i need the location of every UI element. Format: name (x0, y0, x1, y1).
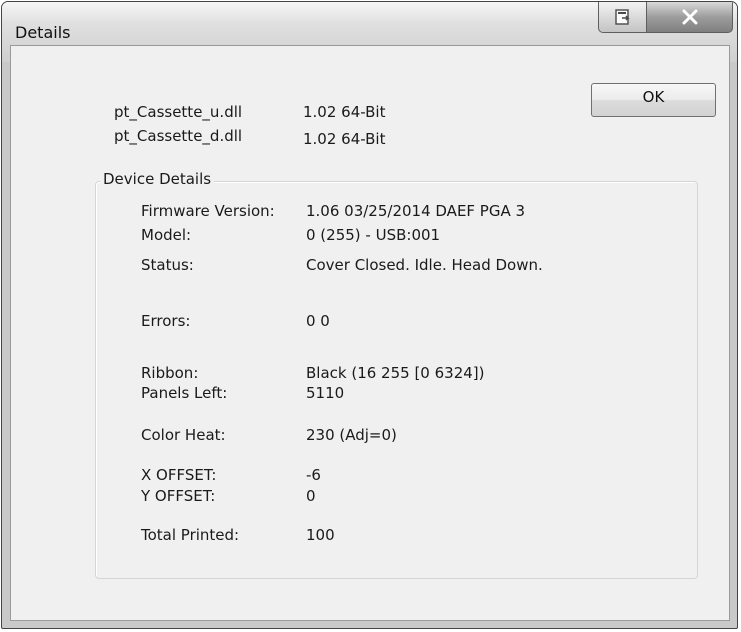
details-window: Details OK pt_Cassette_u.dll 1.02 64-Bit… (1, 1, 738, 629)
detail-label: Color Heat: (141, 426, 226, 444)
detail-value: 0 0 (306, 312, 330, 330)
detail-value: 0 (306, 487, 316, 505)
device-details-group: Device Details Firmware Version: 1.06 03… (95, 170, 698, 579)
dll-version: 1.02 64-Bit (303, 103, 386, 121)
detail-label: Ribbon: (141, 364, 199, 382)
close-button[interactable] (646, 2, 733, 33)
window-title: Details (15, 23, 71, 42)
detail-label: Errors: (141, 312, 191, 330)
ok-button[interactable]: OK (591, 83, 716, 117)
detail-value: 1.06 03/25/2014 DAEF PGA 3 (306, 202, 526, 220)
ok-button-label: OK (642, 88, 665, 106)
detail-label: Model: (141, 226, 192, 244)
detail-value: Black (16 255 [0 6324]) (306, 364, 485, 382)
close-icon (682, 9, 697, 25)
dialog-body: OK pt_Cassette_u.dll 1.02 64-Bit pt_Cass… (10, 45, 730, 621)
detail-label: Firmware Version: (141, 202, 275, 220)
dll-version: 1.02 64-Bit (303, 130, 386, 148)
detail-label: Panels Left: (141, 384, 228, 402)
group-label: Device Details (100, 170, 215, 188)
detail-label: Status: (141, 256, 194, 274)
detail-value: 230 (Adj=0) (306, 426, 397, 444)
detail-label: X OFFSET: (141, 466, 217, 484)
detail-value: -6 (306, 466, 321, 484)
dll-name: pt_Cassette_u.dll (114, 103, 243, 121)
detail-value: Cover Closed. Idle. Head Down. (306, 256, 543, 274)
detail-value: 0 (255) - USB:001 (306, 226, 441, 244)
detail-label: Total Printed: (141, 526, 240, 544)
detail-label: Y OFFSET: (141, 487, 216, 505)
detail-value: 5110 (306, 384, 345, 402)
dll-name: pt_Cassette_d.dll (114, 127, 243, 145)
restore-button[interactable] (598, 2, 647, 33)
restore-window-icon (614, 9, 630, 25)
detail-value: 100 (306, 526, 335, 544)
